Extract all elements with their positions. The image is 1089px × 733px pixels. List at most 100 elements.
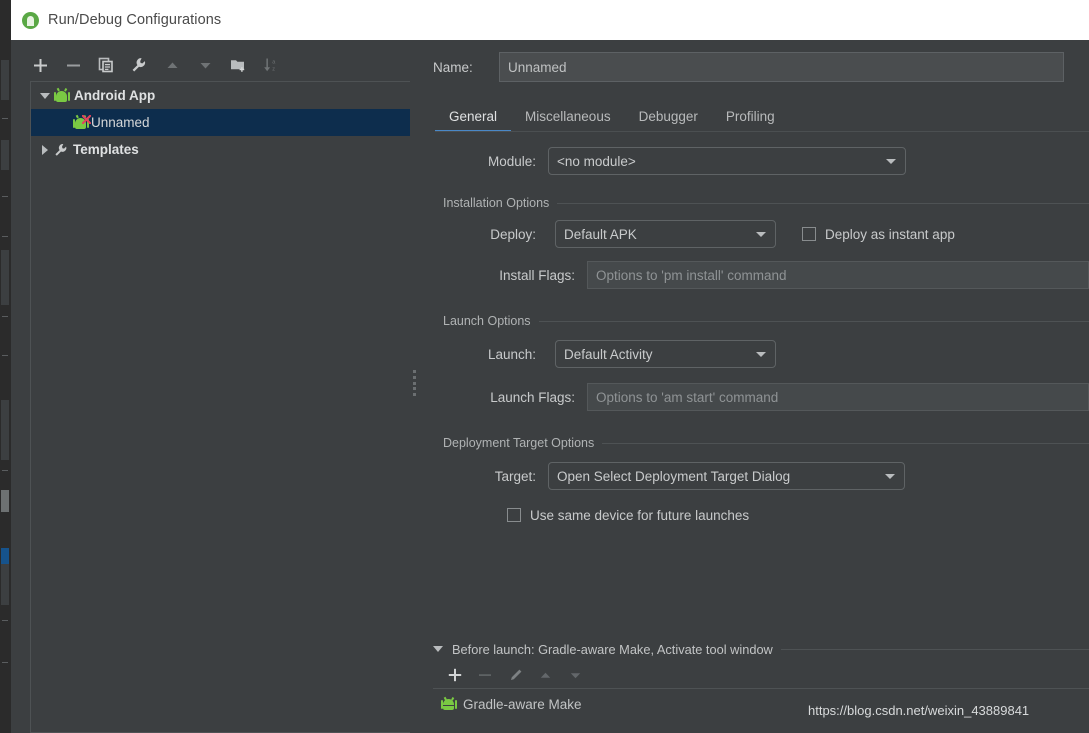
deploy-instant-app-label[interactable]: Deploy as instant app bbox=[825, 227, 955, 242]
svg-text:a: a bbox=[272, 59, 276, 65]
group-divider bbox=[602, 443, 1089, 444]
before-launch-title: Before launch: Gradle-aware Make, Activa… bbox=[452, 642, 781, 657]
pane-splitter[interactable] bbox=[410, 40, 421, 733]
launch-flags-row: Launch Flags: Options to 'am start' comm… bbox=[421, 378, 1089, 416]
general-tab-form: Module: <no module> Installation Options… bbox=[421, 140, 1089, 530]
tree-item-android-app[interactable]: Android App bbox=[31, 82, 410, 109]
edit-templates-button[interactable] bbox=[124, 52, 154, 78]
tree-item-templates[interactable]: Templates bbox=[31, 136, 410, 163]
install-flags-input[interactable]: Options to 'pm install' command bbox=[587, 261, 1089, 289]
module-combobox[interactable]: <no module> bbox=[548, 147, 906, 175]
target-combobox[interactable]: Open Select Deployment Target Dialog bbox=[548, 462, 905, 490]
target-row: Target: Open Select Deployment Target Di… bbox=[421, 452, 1089, 500]
arrow-up-icon bbox=[538, 668, 553, 683]
configuration-editor-pane: Name: General Miscellaneous Debugger Pro… bbox=[421, 40, 1089, 733]
android-icon bbox=[441, 698, 456, 710]
configurations-tree-pane: a z Android App bbox=[11, 40, 410, 733]
expander-collapsed-icon[interactable] bbox=[36, 136, 54, 163]
copy-icon bbox=[98, 57, 114, 73]
module-label: Module: bbox=[433, 154, 536, 169]
add-before-launch-task-button[interactable] bbox=[443, 662, 467, 688]
same-device-row: Use same device for future launches bbox=[421, 500, 1089, 530]
splitter-handle[interactable] bbox=[412, 370, 418, 396]
module-value: <no module> bbox=[557, 154, 636, 169]
expander-expanded-icon[interactable] bbox=[433, 646, 443, 652]
plus-icon bbox=[448, 668, 462, 682]
configurations-tree[interactable]: Android App Unnamed bbox=[30, 81, 410, 733]
remove-configuration-button[interactable] bbox=[58, 52, 88, 78]
watermark: https://blog.csdn.net/weixin_43889841 bbox=[808, 703, 1029, 718]
arrow-down-icon bbox=[198, 58, 213, 73]
sort-az-icon: a z bbox=[263, 57, 280, 73]
chevron-down-icon bbox=[756, 232, 766, 237]
move-task-up-button[interactable] bbox=[533, 662, 557, 688]
task-label: Gradle-aware Make bbox=[463, 697, 582, 712]
use-same-device-checkbox[interactable] bbox=[507, 508, 521, 522]
before-launch-toolbar bbox=[443, 662, 587, 688]
launch-flags-label: Launch Flags: bbox=[433, 390, 575, 405]
arrow-down-icon bbox=[568, 668, 583, 683]
tree-item-label: Unnamed bbox=[91, 115, 150, 130]
deployment-target-options-title: Deployment Target Options bbox=[443, 436, 602, 450]
tree-item-unnamed[interactable]: Unnamed bbox=[31, 109, 410, 136]
move-task-down-button[interactable] bbox=[563, 662, 587, 688]
minus-icon bbox=[66, 58, 81, 73]
chevron-down-icon bbox=[886, 159, 896, 164]
create-folder-button[interactable] bbox=[223, 52, 253, 78]
launch-options-title: Launch Options bbox=[443, 314, 539, 328]
tree-item-label: Templates bbox=[73, 142, 139, 157]
remove-before-launch-task-button[interactable] bbox=[473, 662, 497, 688]
expander-expanded-icon[interactable] bbox=[36, 82, 54, 109]
tab-general[interactable]: General bbox=[435, 109, 511, 132]
group-divider bbox=[557, 203, 1089, 204]
tab-debugger[interactable]: Debugger bbox=[625, 109, 712, 132]
wrench-icon bbox=[54, 143, 68, 157]
android-error-icon bbox=[73, 117, 88, 129]
run-debug-configurations-dialog: Run/Debug Configurations bbox=[0, 0, 1089, 733]
deploy-row: Deploy: Default APK Deploy as instant ap… bbox=[421, 212, 1089, 256]
tab-profiling[interactable]: Profiling bbox=[712, 109, 789, 132]
svg-text:z: z bbox=[272, 66, 275, 72]
tree-toolbar: a z bbox=[11, 50, 410, 80]
move-down-button[interactable] bbox=[190, 52, 220, 78]
launch-combobox[interactable]: Default Activity bbox=[555, 340, 776, 368]
launch-flags-placeholder: Options to 'am start' command bbox=[596, 390, 778, 405]
deploy-value: Default APK bbox=[564, 227, 637, 242]
group-divider bbox=[539, 321, 1089, 322]
android-icon bbox=[54, 90, 69, 102]
install-flags-label: Install Flags: bbox=[433, 268, 575, 283]
sort-configurations-button[interactable]: a z bbox=[256, 52, 286, 78]
before-launch-header[interactable]: Before launch: Gradle-aware Make, Activa… bbox=[433, 640, 1089, 658]
deploy-combobox[interactable]: Default APK bbox=[555, 220, 776, 248]
tree-item-label: Android App bbox=[74, 88, 155, 103]
deployment-target-options-group-header: Deployment Target Options bbox=[443, 434, 1089, 452]
name-input[interactable] bbox=[499, 52, 1064, 82]
launch-options-group-header: Launch Options bbox=[443, 312, 1089, 330]
install-flags-placeholder: Options to 'pm install' command bbox=[596, 268, 786, 283]
launch-value: Default Activity bbox=[564, 347, 653, 362]
module-row: Module: <no module> bbox=[421, 140, 1089, 182]
launch-row: Launch: Default Activity bbox=[421, 330, 1089, 378]
install-flags-row: Install Flags: Options to 'pm install' c… bbox=[421, 256, 1089, 294]
name-row: Name: bbox=[433, 52, 1064, 82]
android-studio-icon bbox=[22, 12, 39, 29]
plus-icon bbox=[33, 58, 48, 73]
group-divider bbox=[781, 649, 1089, 650]
name-label: Name: bbox=[433, 60, 499, 75]
dialog-body: a z Android App bbox=[11, 40, 1089, 733]
launch-flags-input[interactable]: Options to 'am start' command bbox=[587, 383, 1089, 411]
copy-configuration-button[interactable] bbox=[91, 52, 121, 78]
deploy-instant-app-checkbox[interactable] bbox=[802, 227, 816, 241]
use-same-device-label[interactable]: Use same device for future launches bbox=[530, 508, 749, 523]
add-configuration-button[interactable] bbox=[25, 52, 55, 78]
tab-miscellaneous[interactable]: Miscellaneous bbox=[511, 109, 625, 132]
launch-label: Launch: bbox=[433, 347, 536, 362]
edit-before-launch-task-button[interactable] bbox=[503, 662, 527, 688]
pencil-icon bbox=[508, 668, 523, 683]
background-ide-sliver bbox=[0, 0, 11, 733]
installation-options-group-header: Installation Options bbox=[443, 194, 1089, 212]
move-up-button[interactable] bbox=[157, 52, 187, 78]
arrow-up-icon bbox=[165, 58, 180, 73]
dialog-title: Run/Debug Configurations bbox=[48, 12, 221, 28]
target-label: Target: bbox=[433, 469, 536, 484]
